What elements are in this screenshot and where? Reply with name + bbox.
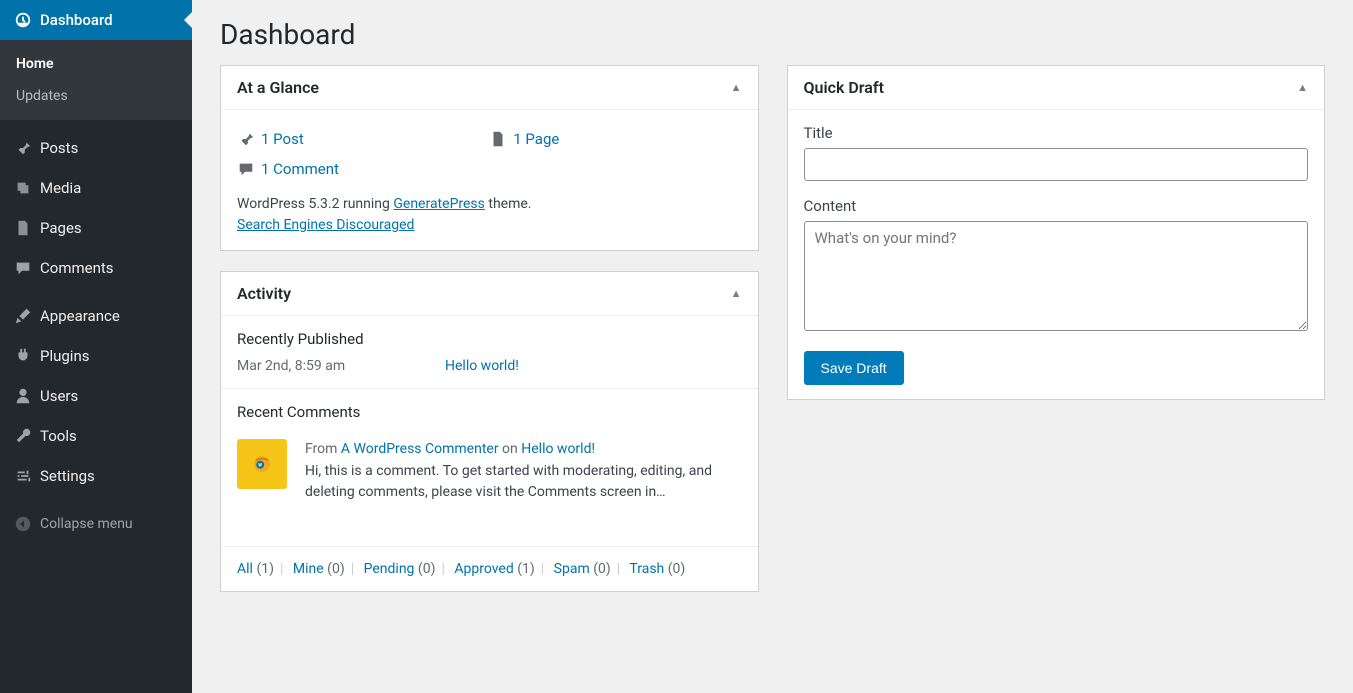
sidebar-submenu: Home Updates (0, 40, 192, 120)
activity-title: Activity (237, 284, 291, 303)
sidebar-item-tools[interactable]: Tools (0, 416, 192, 456)
sidebar-item-label: Appearance (40, 307, 120, 325)
sidebar-item-media[interactable]: Media (0, 168, 192, 208)
draft-title-input[interactable] (804, 148, 1309, 181)
pages-icon (14, 218, 40, 238)
at-a-glance-title: At a Glance (237, 78, 319, 97)
content-label: Content (804, 197, 1309, 215)
title-label: Title (804, 124, 1309, 142)
collapse-toggle[interactable]: ▲ (1297, 81, 1308, 94)
sidebar-item-users[interactable]: Users (0, 376, 192, 416)
posts-count-link[interactable]: 1 Post (261, 130, 304, 148)
submenu-item-home[interactable]: Home (0, 48, 192, 80)
filter-spam[interactable]: Spam (554, 561, 590, 577)
sidebar-item-plugins[interactable]: Plugins (0, 336, 192, 376)
sidebar-item-label: Comments (40, 259, 114, 277)
collapse-toggle[interactable]: ▲ (731, 287, 742, 300)
wordpress-version-text: WordPress 5.3.2 running GeneratePress th… (237, 194, 742, 236)
published-post-link[interactable]: Hello world! (445, 358, 519, 374)
recently-published-heading: Recently Published (237, 330, 742, 358)
save-draft-button[interactable]: Save Draft (804, 351, 904, 385)
comment-body: From A WordPress Commenter on Hello worl… (305, 439, 742, 504)
draft-content-textarea[interactable] (804, 221, 1309, 331)
comments-count-link[interactable]: 1 Comment (261, 160, 339, 178)
sidebar-item-label: Media (40, 179, 81, 197)
pin-icon (14, 138, 40, 158)
sidebar-item-label: Posts (40, 139, 78, 157)
sidebar-item-label: Users (40, 387, 78, 405)
comments-icon (237, 160, 261, 178)
pages-count-link[interactable]: 1 Page (513, 130, 559, 148)
comment-author-link[interactable]: A WordPress Commenter (341, 441, 499, 457)
media-icon (14, 178, 40, 198)
settings-icon (14, 466, 40, 486)
sidebar-item-label: Dashboard (40, 11, 113, 29)
publish-date: Mar 2nd, 8:59 am (237, 358, 417, 374)
comment-excerpt: Hi, this is a comment. To get started wi… (305, 461, 742, 504)
comment-post-link[interactable]: Hello world! (521, 441, 595, 457)
activity-box: Activity ▲ Recently Published Mar 2nd, 8… (220, 271, 759, 592)
main-content: Dashboard At a Glance ▲ 1 Post (192, 0, 1353, 693)
sidebar-item-label: Plugins (40, 347, 89, 365)
collapse-label: Collapse menu (40, 516, 133, 532)
user-icon (14, 386, 40, 406)
sidebar-item-dashboard[interactable]: Dashboard (0, 0, 192, 40)
at-a-glance-box: At a Glance ▲ 1 Post 1 Page (220, 65, 759, 251)
recent-comments-heading: Recent Comments (237, 403, 742, 431)
admin-sidebar: Dashboard Home Updates Posts Media Pages… (0, 0, 192, 693)
comments-icon (14, 258, 40, 278)
wrench-icon (14, 426, 40, 446)
sidebar-item-label: Pages (40, 219, 82, 237)
avatar: W (237, 439, 287, 489)
pages-icon (489, 130, 513, 148)
filter-trash[interactable]: Trash (629, 561, 664, 577)
sidebar-item-appearance[interactable]: Appearance (0, 296, 192, 336)
sidebar-item-label: Tools (40, 427, 77, 445)
filter-mine[interactable]: Mine (293, 561, 324, 577)
filter-approved[interactable]: Approved (454, 561, 513, 577)
page-title: Dashboard (220, 0, 1325, 65)
collapse-menu-button[interactable]: Collapse menu (0, 504, 192, 544)
theme-link[interactable]: GeneratePress (393, 196, 485, 212)
comment-filters: All (1)| Mine (0)| Pending (0)| Approved… (221, 546, 758, 591)
quick-draft-title: Quick Draft (804, 78, 884, 97)
pin-icon (237, 130, 261, 148)
svg-text:W: W (258, 464, 262, 469)
filter-pending[interactable]: Pending (364, 561, 415, 577)
quick-draft-box: Quick Draft ▲ Title Content Save Draft (787, 65, 1326, 400)
brush-icon (14, 306, 40, 326)
submenu-item-updates[interactable]: Updates (0, 80, 192, 112)
sidebar-item-posts[interactable]: Posts (0, 128, 192, 168)
collapse-icon (14, 514, 40, 534)
plug-icon (14, 346, 40, 366)
sidebar-item-settings[interactable]: Settings (0, 456, 192, 496)
filter-all[interactable]: All (237, 561, 253, 577)
sidebar-item-pages[interactable]: Pages (0, 208, 192, 248)
search-engines-link[interactable]: Search Engines Discouraged (237, 217, 414, 233)
sidebar-item-label: Settings (40, 467, 95, 485)
sidebar-item-comments[interactable]: Comments (0, 248, 192, 288)
collapse-toggle[interactable]: ▲ (731, 81, 742, 94)
dashboard-icon (14, 10, 40, 30)
